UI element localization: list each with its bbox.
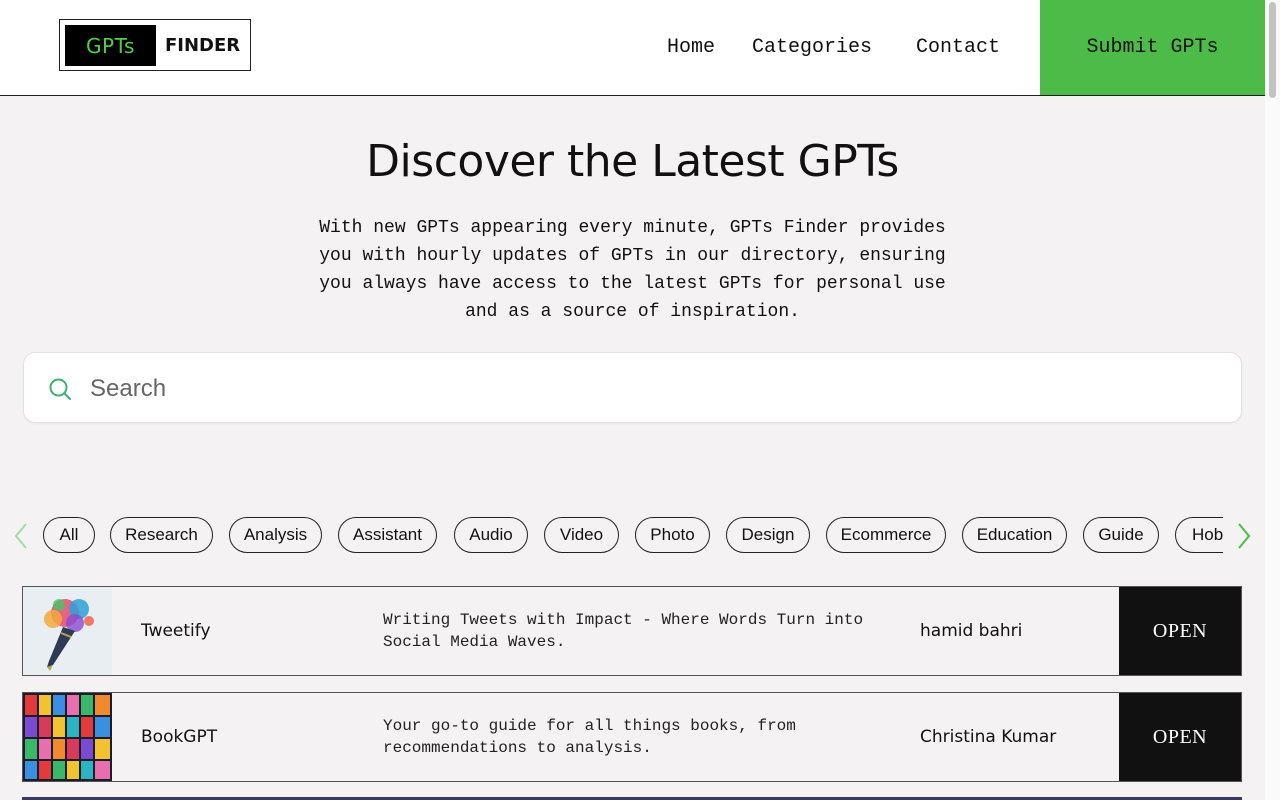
- gpt-name[interactable]: BookGPT: [141, 693, 217, 781]
- vertical-scrollbar[interactable]: [1265, 0, 1280, 800]
- site-logo[interactable]: GPTs FINDER: [59, 19, 251, 71]
- nav-categories[interactable]: Categories: [752, 36, 872, 59]
- category-chip-education[interactable]: Education: [962, 517, 1067, 553]
- open-button[interactable]: OPEN: [1119, 587, 1241, 675]
- search-input[interactable]: [88, 367, 1212, 411]
- gpt-thumbnail: [23, 693, 112, 781]
- gpt-thumbnail: [23, 587, 112, 675]
- fountain-pen-splash-icon: [23, 587, 112, 675]
- category-chip-hobby[interactable]: Hob: [1175, 517, 1223, 553]
- hero-description-line: you with hourly updates of GPTs in our d…: [319, 246, 946, 266]
- search-bar[interactable]: [23, 352, 1242, 423]
- gpt-list-item[interactable]: BookGPT Your go-to guide for all things …: [22, 692, 1242, 782]
- category-chip-photo[interactable]: Photo: [635, 517, 710, 553]
- hero-description: With new GPTs appearing every minute, GP…: [280, 214, 985, 326]
- gpt-author: hamid bahri: [920, 621, 1023, 641]
- category-chip-ecommerce[interactable]: Ecommerce: [826, 517, 946, 553]
- open-button[interactable]: OPEN: [1119, 693, 1241, 781]
- gpt-description-line: Your go-to guide for all things books, f…: [383, 717, 796, 735]
- category-chip-assistant[interactable]: Assistant: [338, 517, 437, 553]
- category-chip-video[interactable]: Video: [544, 517, 619, 553]
- gpt-description-line: Writing Tweets with Impact - Where Words…: [383, 611, 864, 629]
- scrollbar-thumb[interactable]: [1269, 2, 1276, 98]
- category-chip-audio[interactable]: Audio: [454, 517, 528, 553]
- book-covers-mosaic-icon: [23, 693, 112, 781]
- category-chip-research[interactable]: Research: [110, 517, 213, 553]
- logo-gpts-badge: GPTs: [65, 25, 156, 66]
- page-title: Discover the Latest GPTs: [366, 136, 899, 187]
- search-icon: [49, 378, 71, 400]
- gpt-name[interactable]: Tweetify: [141, 587, 211, 675]
- gpt-description-line: Social Media Waves.: [383, 633, 566, 651]
- category-chip-design[interactable]: Design: [726, 517, 810, 553]
- gpt-description: Your go-to guide for all things books, f…: [383, 715, 903, 759]
- gpt-description: Writing Tweets with Impact - Where Words…: [383, 609, 903, 653]
- hero-description-line: With new GPTs appearing every minute, GP…: [319, 218, 946, 238]
- gpt-description-line: recommendations to analysis.: [383, 739, 652, 757]
- category-chip-analysis[interactable]: Analysis: [229, 517, 322, 553]
- gpt-author: Christina Kumar: [920, 727, 1057, 747]
- logo-finder-text: FINDER: [165, 35, 241, 56]
- submit-gpts-button[interactable]: Submit GPTs: [1040, 0, 1265, 95]
- chevron-left-icon[interactable]: [13, 521, 29, 551]
- nav-home[interactable]: Home: [667, 36, 715, 59]
- nav-contact[interactable]: Contact: [916, 36, 1000, 59]
- category-filter-bar: All Research Analysis Assistant Audio Vi…: [43, 517, 1223, 555]
- category-chip-guide[interactable]: Guide: [1083, 517, 1159, 553]
- hero-description-line: and as a source of inspiration.: [465, 302, 800, 322]
- hero-description-line: you always have access to the latest GPT…: [319, 274, 946, 294]
- gpt-list-item[interactable]: Tweetify Writing Tweets with Impact - Wh…: [22, 586, 1242, 676]
- chevron-right-icon[interactable]: [1236, 521, 1252, 551]
- category-chip-all[interactable]: All: [43, 517, 95, 553]
- top-header: GPTs FINDER Home Categories Contact Subm…: [0, 0, 1265, 96]
